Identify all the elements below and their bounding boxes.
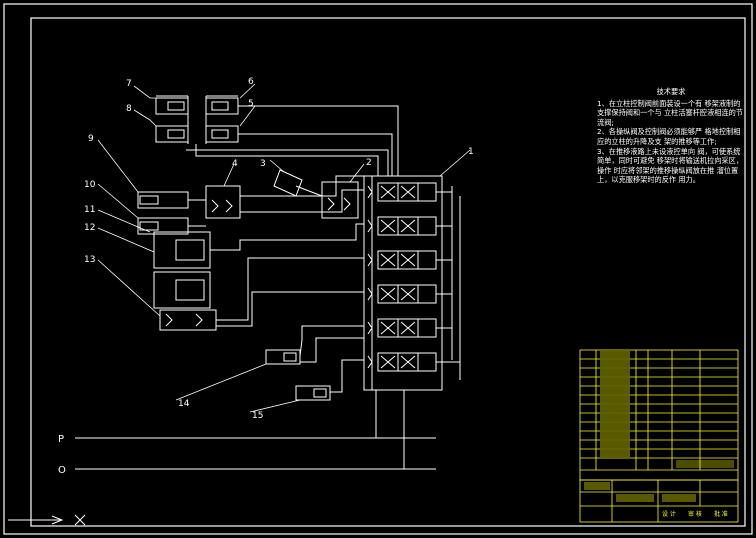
hydraulic-schematic: P O 1 2 3 4 5 6 7 8 9 10 11 12 13 14 15 … <box>3 3 753 535</box>
return-label: O <box>58 465 66 476</box>
cursor-cross <box>74 514 86 526</box>
part-label: 13 <box>84 255 95 265</box>
pressure-label: P <box>58 434 64 445</box>
valve-stack <box>367 182 437 372</box>
technical-requirements: 技术要求 1、在立柱控制阀前面装设一个有 移架液制的支撑保持阀和一个与 立柱活塞… <box>597 87 745 185</box>
title-block: 设 计 审 核 批 准 <box>579 349 739 523</box>
note-item: 2、各操纵阀及控制阀必须能够严 格地控制相应的立柱的升降及支 架的推移等工作; <box>597 127 741 146</box>
push-cylinder-15 <box>295 385 331 401</box>
note-item: 1、在立柱控制阀前面装设一个有 移架液制的支撑保持阀和一个与 立柱活塞杆腔液相连… <box>597 98 744 127</box>
part-label: 8 <box>126 104 132 114</box>
valve-unit <box>367 250 437 270</box>
part-label: 10 <box>84 180 96 190</box>
valve-unit <box>367 284 437 304</box>
part-label: 14 <box>178 399 190 409</box>
part-label: 12 <box>84 223 95 233</box>
part-label: 11 <box>84 205 95 215</box>
part-label: 7 <box>126 79 132 89</box>
valve-2 <box>321 181 359 219</box>
valve-unit <box>367 318 437 338</box>
approval-design: 设 计 <box>662 510 676 518</box>
notes-title: 技术要求 <box>656 87 686 96</box>
cylinder-group-top <box>155 95 239 144</box>
valve-13 <box>159 309 217 331</box>
part-label: 9 <box>88 134 94 144</box>
approval-check: 审 核 <box>688 510 702 518</box>
note-item: 3、在推移液路上未设液控单向 阀，可使系统简单，同时可避免 移架时将输送机拉向采… <box>597 146 744 185</box>
part-label: 6 <box>248 77 254 87</box>
valve-unit <box>367 182 437 202</box>
valve-unit <box>367 216 437 236</box>
valve-unit <box>367 352 437 372</box>
part-label: 4 <box>232 159 238 169</box>
part-label: 1 <box>468 147 474 157</box>
part-label: 3 <box>260 159 266 169</box>
part-label: 5 <box>248 99 254 109</box>
push-cylinder-14 <box>265 349 301 365</box>
accumulator-3 <box>273 169 303 197</box>
check-valve-4 <box>205 185 241 219</box>
part-label: 2 <box>366 158 372 168</box>
approval-approve: 批 准 <box>714 510 728 518</box>
part-label: 15 <box>252 411 263 421</box>
drawing-canvas: P O 1 2 3 4 5 6 7 8 9 10 11 12 13 14 15 … <box>0 0 756 538</box>
